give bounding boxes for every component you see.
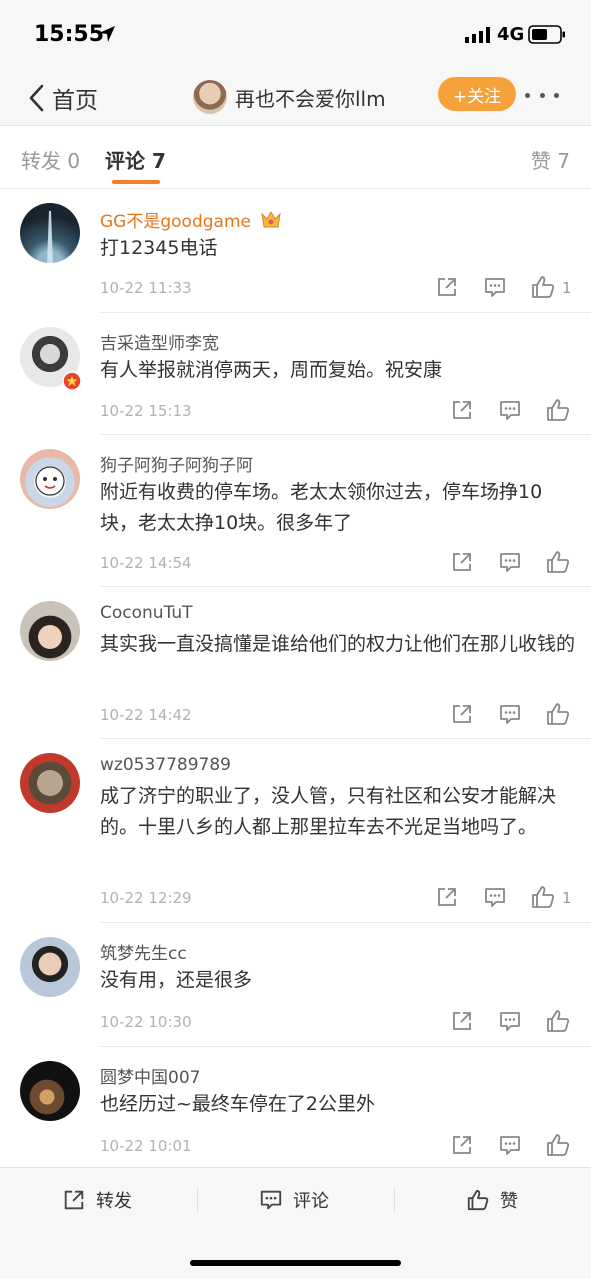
- comment-time: 10-22 14:54: [100, 554, 192, 572]
- avatar: [193, 80, 227, 114]
- comment-username[interactable]: 狗子阿狗子阿狗子阿: [100, 451, 253, 476]
- repost-icon[interactable]: [449, 397, 475, 423]
- comment-icon[interactable]: [497, 549, 523, 575]
- comment-username[interactable]: 筑梦先生cc: [100, 939, 187, 964]
- like-button[interactable]: 赞: [466, 1184, 518, 1216]
- comment-time: 10-22 12:29: [100, 889, 192, 907]
- comment-button[interactable]: 评论: [259, 1184, 329, 1216]
- status-bar: 15:55 4G: [0, 0, 591, 70]
- comment-icon[interactable]: [482, 274, 508, 300]
- nav-user-name: 再也不会爱你llm: [235, 86, 386, 111]
- like-icon[interactable]: [530, 884, 556, 910]
- like-count: 1: [562, 279, 572, 297]
- tab-bar: 转发 0 评论 7 赞 7: [0, 127, 591, 189]
- comment-icon[interactable]: [497, 1008, 523, 1034]
- comment-item: wz0537789789 成了济宁的职业了，没人管，只有社区和公安才能解决的。十…: [0, 739, 591, 923]
- repost-label: 转发: [96, 1191, 132, 1212]
- avatar[interactable]: [20, 937, 80, 997]
- like-icon[interactable]: [545, 701, 571, 727]
- signal-icon: [465, 27, 490, 43]
- comment-item: 狗子阿狗子阿狗子阿 附近有收费的停车场。老太太领你过去，停车场挣10块，老太太挣…: [0, 435, 591, 587]
- battery-icon: [528, 25, 565, 44]
- repost-icon[interactable]: [449, 1008, 475, 1034]
- comment-time: 10-22 15:13: [100, 402, 192, 420]
- comment-icon[interactable]: [482, 884, 508, 910]
- comment-username[interactable]: 圆梦中国007: [100, 1063, 200, 1088]
- like-icon[interactable]: [545, 1008, 571, 1034]
- comment-item: 圆梦中国007 也经历过~最终车停在了2公里外 10-22 10:01: [0, 1047, 591, 1167]
- comment-icon[interactable]: [497, 397, 523, 423]
- avatar[interactable]: [20, 601, 80, 661]
- tab-reposts[interactable]: 转发 0: [21, 145, 80, 174]
- like-count: 1: [562, 889, 572, 907]
- comment-item: GG不是goodgame 打12345电话 10-22 11:33 1: [0, 190, 591, 313]
- status-time: 15:55: [34, 22, 105, 47]
- comment-text: 打12345电话: [100, 237, 218, 259]
- nav-user[interactable]: 再也不会爱你llm: [193, 77, 386, 117]
- chevron-left-icon: [29, 84, 44, 112]
- comment-username[interactable]: CoconuTuT: [100, 603, 193, 623]
- repost-icon[interactable]: [449, 549, 475, 575]
- divider: [197, 1188, 198, 1212]
- comment-item: CoconuTuT 其实我一直没搞懂是谁给他们的权力让他们在那儿收钱的 10-2…: [0, 587, 591, 739]
- tab-likes[interactable]: 赞 7: [531, 145, 570, 174]
- repost-icon: [64, 1190, 84, 1210]
- tab-comments[interactable]: 评论 7: [105, 145, 166, 174]
- bottom-toolbar: 转发 评论 赞: [0, 1167, 591, 1279]
- comment-time: 10-22 10:30: [100, 1013, 192, 1031]
- like-label: 赞: [500, 1191, 518, 1212]
- like-icon: [467, 1189, 489, 1211]
- comment-label: 评论: [293, 1191, 329, 1212]
- vip-badge-icon: [261, 210, 282, 228]
- comment-icon[interactable]: [497, 1132, 523, 1158]
- comment-text: 有人举报就消停两天，周而复始。祝安康: [100, 359, 443, 381]
- comment-time: 10-22 10:01: [100, 1137, 192, 1155]
- repost-icon[interactable]: [449, 701, 475, 727]
- comment-text: 也经历过~最终车停在了2公里外: [100, 1093, 376, 1115]
- network-type: 4G: [497, 24, 525, 45]
- comment-text: 其实我一直没搞懂是谁给他们的权力让他们在那儿收钱的: [100, 633, 576, 655]
- divider: [394, 1188, 395, 1212]
- verified-badge-icon: [62, 371, 82, 391]
- avatar[interactable]: [20, 1061, 80, 1121]
- location-arrow-icon: [99, 26, 115, 42]
- comment-icon: [260, 1190, 282, 1210]
- more-icon[interactable]: [522, 80, 562, 110]
- nav-bar: 首页 再也不会爱你llm +关注: [0, 70, 591, 126]
- like-icon[interactable]: [545, 397, 571, 423]
- repost-button[interactable]: 转发: [62, 1184, 132, 1216]
- repost-icon[interactable]: [434, 884, 460, 910]
- back-label: 首页: [52, 88, 98, 114]
- repost-icon[interactable]: [434, 274, 460, 300]
- avatar[interactable]: [20, 449, 80, 509]
- comment-item: 吉采造型师李宽 有人举报就消停两天，周而复始。祝安康 10-22 15:13: [0, 313, 591, 435]
- comment-username[interactable]: GG不是goodgame: [100, 207, 282, 232]
- comment-text: 附近有收费的停车场。老太太领你过去，停车场挣10块，老太太挣10块。很多年了: [100, 481, 543, 534]
- comment-text: 成了济宁的职业了，没人管，只有社区和公安才能解决的。十里八乡的人都上那里拉车去不…: [100, 785, 557, 838]
- comment-time: 10-22 14:42: [100, 706, 192, 724]
- home-indicator: [190, 1260, 401, 1266]
- comment-time: 10-22 11:33: [100, 279, 192, 297]
- like-icon[interactable]: [530, 274, 556, 300]
- like-icon[interactable]: [545, 1132, 571, 1158]
- tab-underline: [112, 180, 160, 184]
- avatar[interactable]: [20, 753, 80, 813]
- avatar[interactable]: [20, 203, 80, 263]
- comment-username[interactable]: wz0537789789: [100, 755, 231, 775]
- follow-button[interactable]: +关注: [438, 77, 516, 111]
- comment-icon[interactable]: [497, 701, 523, 727]
- comment-item: 筑梦先生cc 没有用，还是很多 10-22 10:30: [0, 923, 591, 1047]
- repost-icon[interactable]: [449, 1132, 475, 1158]
- back-button[interactable]: 首页: [26, 78, 98, 118]
- comment-text: 没有用，还是很多: [100, 969, 253, 991]
- like-icon[interactable]: [545, 549, 571, 575]
- comment-username[interactable]: 吉采造型师李宽: [100, 329, 219, 354]
